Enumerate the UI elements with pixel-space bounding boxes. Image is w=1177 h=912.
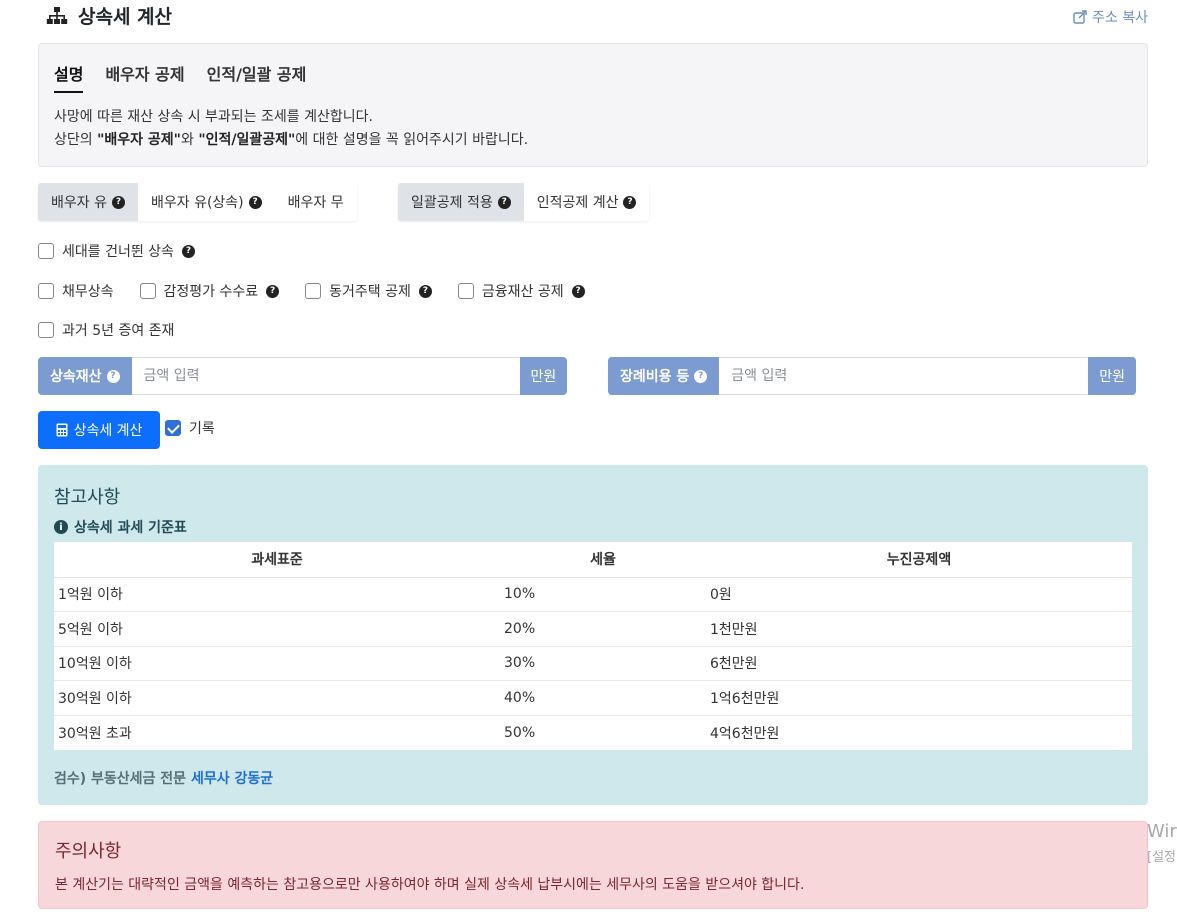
description-line-2: 상단의 "배우자 공제"와 "인적/일괄공제"에 대한 설명을 꼭 읽어주시기 … [54,132,529,148]
description-line-1: 사망에 따른 재산 상속 시 부과되는 조세를 계산합니다. [54,109,373,125]
checkbox-row-1: 세대를 건너뛴 상속 ? [38,241,195,261]
tab-description[interactable]: 설명 [54,61,84,93]
financial-assets-checkbox[interactable]: 금융재산 공제 ? [457,281,585,301]
skip-generation-checkbox[interactable]: 세대를 건너뛴 상속 ? [38,241,195,261]
page-header: 상속세 계산 [46,2,172,29]
activation-watermark-line-2: [설정 [1147,850,1176,865]
help-icon[interactable]: ? [181,244,195,258]
reference-panel: 참고사항 i 상속세 과세 기준표 과세표준 세율 누진공제액 1억원 이하 1… [38,465,1148,805]
table-row: 30억원 이하 40% 1억6천만원 [54,680,1132,715]
help-icon[interactable]: ? [694,369,708,383]
checkbox[interactable] [305,283,322,299]
column-header: 누진공제액 [706,542,1132,578]
warning-heading: 주의사항 [55,841,122,862]
help-icon[interactable]: ? [623,195,637,209]
checkbox[interactable] [139,283,156,299]
description-panel: 설명 배우자 공제 인적/일괄 공제 사망에 따른 재산 상속 시 부과되는 조… [38,43,1148,167]
estate-input-group: 상속재산? 만원 [38,357,578,395]
help-icon[interactable]: ? [111,195,125,209]
estate-label: 상속재산? [38,357,132,395]
table-row: 10억원 이하 30% 6천만원 [54,645,1132,681]
checkbox[interactable] [38,243,54,259]
help-icon[interactable]: ? [106,369,120,383]
checkbox[interactable] [38,322,54,338]
copy-url-link[interactable]: 주소 복사 [1073,7,1148,27]
table-row: 30억원 초과 50% 4억6천만원 [54,714,1132,750]
column-header: 과세표준 [54,542,500,578]
tab-spouse-deduction[interactable]: 배우자 공제 [105,61,184,93]
warning-text: 본 계산기는 대략적인 금액을 예측하는 참고용으로만 사용하여야 하며 실제 … [55,877,805,893]
share-icon [1073,10,1087,24]
help-icon[interactable]: ? [571,284,585,298]
spouse-yes-button[interactable]: 배우자 유? [38,183,138,221]
checkbox[interactable] [457,283,474,299]
description-text: 사망에 따른 재산 상속 시 부과되는 조세를 계산합니다. 상단의 "배우자 … [54,106,528,152]
help-icon[interactable]: ? [497,195,511,209]
tax-advisor-link[interactable]: 세무사 강동균 [191,771,273,787]
tax-rate-table: 과세표준 세율 누진공제액 1억원 이하 10% 0원 5억원 이하 20% 1… [54,542,1132,750]
debt-checkbox[interactable]: 채무상속 [38,281,114,301]
calculate-button[interactable]: 상속세 계산 [38,411,160,449]
deduction-option-group: 일괄공제 적용? 인적공제 계산? [398,183,650,221]
table-row: 1억원 이하 10% 0원 [54,576,1132,612]
personal-deduction-button[interactable]: 인적공제 계산? [523,183,650,221]
funeral-amount-input[interactable] [719,357,1089,395]
activation-watermark-line-1: Wir [1147,821,1177,842]
funeral-label: 장례비용 등? [608,357,720,395]
cohabiting-house-checkbox[interactable]: 동거주택 공제 ? [305,281,432,301]
page-title: 상속세 계산 [78,6,173,28]
calculator-icon [56,423,68,437]
tab-bar: 설명 배우자 공제 인적/일괄 공제 [54,61,306,93]
tab-personal-deduction[interactable]: 인적/일괄 공제 [207,61,307,93]
spouse-option-group: 배우자 유? 배우자 유(상속)? 배우자 무 [38,183,357,221]
spouse-yes-inherit-button[interactable]: 배우자 유(상속)? [137,183,275,221]
spouse-no-button[interactable]: 배우자 무 [274,183,357,221]
checkbox[interactable] [38,283,54,299]
funeral-unit: 만원 [1088,357,1137,395]
warning-panel: 주의사항 본 계산기는 대략적인 금액을 예측하는 참고용으로만 사용하여야 하… [38,821,1148,909]
help-icon[interactable]: ? [266,284,280,298]
info-icon: i [54,520,68,534]
copy-url-label: 주소 복사 [1092,10,1148,26]
checkbox-row-3: 과거 5년 증여 존재 [38,320,174,340]
checkbox-row-2: 채무상속 감정평가 수수료 ? 동거주택 공제 ? 금융재산 공제 ? [38,281,585,301]
lump-sum-deduction-button[interactable]: 일괄공제 적용? [398,183,524,221]
sitemap-icon [46,6,68,24]
spouse-deduction-emphasis: "배우자 공제" [97,132,181,148]
help-icon[interactable]: ? [248,195,262,209]
review-credit: 검수) 부동산세금 전문 세무사 강동균 [54,771,274,787]
checkbox-checked[interactable] [165,420,181,436]
appraisal-fee-checkbox[interactable]: 감정평가 수수료 ? [139,281,280,301]
funeral-input-group: 장례비용 등? 만원 [608,357,1148,395]
table-row: 5억원 이하 20% 1천만원 [54,611,1132,646]
help-icon[interactable]: ? [418,284,432,298]
estate-amount-input[interactable] [131,357,520,395]
estate-unit: 만원 [519,357,568,395]
record-checkbox[interactable]: 기록 [165,418,215,438]
reference-heading: 참고사항 [54,487,121,508]
tax-table-title: i 상속세 과세 기준표 [54,517,187,537]
personal-deduction-emphasis: "인적/일괄공제" [198,132,296,148]
column-header: 세율 [500,542,706,578]
prior-gift-checkbox[interactable]: 과거 5년 증여 존재 [38,320,174,340]
